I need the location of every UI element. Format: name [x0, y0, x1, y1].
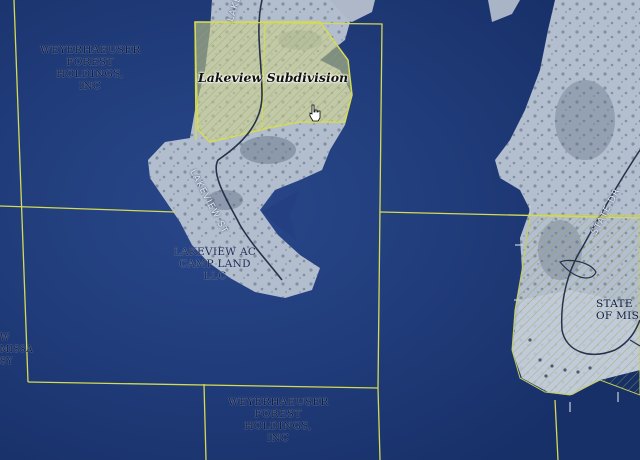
left-edge-label: W MISSA SY — [0, 332, 33, 368]
owner-label-line: W — [0, 333, 10, 343]
lakeview-camp-label: LAKEVIEW AC CAMP LAND LLC — [170, 246, 260, 282]
owner-label-bottom: WEYERHAEUSER FOREST HOLDINGS, INC — [228, 396, 328, 444]
owner-label-line: SY — [0, 357, 13, 367]
owner-label-line: WEYERHAEUSER — [228, 396, 329, 408]
owner-label-line: WEYERHAEUSER — [40, 44, 141, 56]
owner-label-line: INC — [266, 432, 290, 444]
owner-label-line: CAMP LAND — [179, 258, 251, 270]
owner-label-top-left: WEYERHAEUSER FOREST HOLDINGS, INC — [40, 44, 140, 92]
hand-pointer-icon — [309, 104, 321, 122]
owner-label-line: FOREST — [66, 56, 114, 68]
owner-label-line: STATE — [596, 298, 633, 310]
owner-label-line: INC — [78, 80, 102, 92]
owner-label-line: HOLDINGS, — [244, 420, 312, 432]
owner-label-line: MISSA — [0, 345, 33, 355]
owner-label-line: OF MISS — [596, 310, 640, 322]
owner-label-line: FOREST — [254, 408, 302, 420]
owner-label-line: LAKEVIEW AC — [173, 246, 257, 258]
owner-label-line: LLC — [203, 270, 227, 282]
subdivision-label[interactable]: Lakeview Subdivision — [198, 70, 348, 85]
state-label-right: STATE OF MISS — [596, 298, 640, 322]
map-viewport[interactable]: WEYERHAEUSER FOREST HOLDINGS, INC WEYERH… — [0, 0, 640, 460]
owner-label-line: HOLDINGS, — [56, 68, 124, 80]
